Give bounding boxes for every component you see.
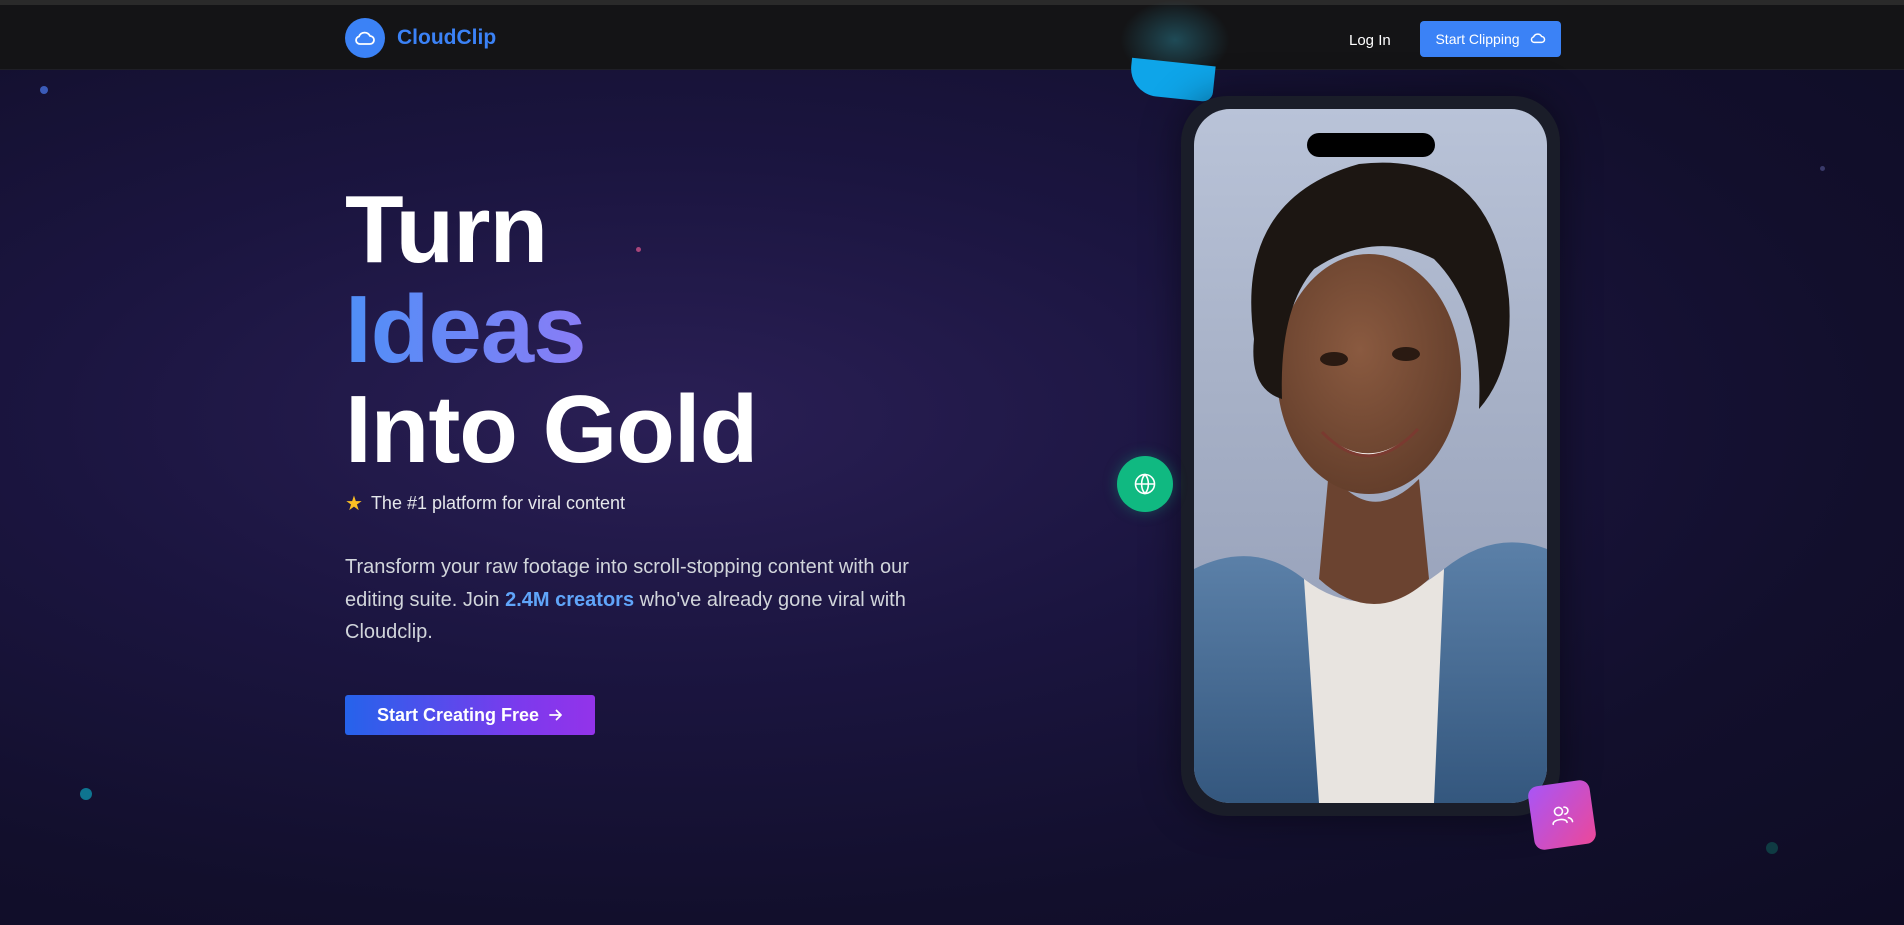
creator-photo bbox=[1194, 162, 1547, 803]
phone-notch bbox=[1307, 133, 1435, 157]
globe-icon bbox=[1117, 456, 1173, 512]
start-clipping-label: Start Clipping bbox=[1435, 31, 1520, 47]
phone-screen bbox=[1194, 109, 1547, 803]
start-creating-free-label: Start Creating Free bbox=[376, 704, 540, 725]
cloud-icon bbox=[1530, 31, 1546, 47]
hero-title-line: Turn bbox=[345, 176, 548, 283]
top-navbar: CloudClip Log In Start Clipping bbox=[0, 5, 1904, 70]
brand-name: CloudClip bbox=[397, 26, 497, 49]
hero-title-gradient-line: Ideas bbox=[345, 280, 757, 380]
login-link[interactable]: Log In bbox=[1349, 32, 1391, 49]
arrow-right-icon bbox=[549, 705, 563, 726]
creators-count-highlight: 2.4M creators bbox=[505, 588, 635, 611]
users-icon bbox=[1526, 778, 1598, 852]
hero-title-line: Into Gold bbox=[345, 376, 758, 483]
star-icon: ★ bbox=[345, 493, 363, 515]
decorative-dot bbox=[40, 86, 48, 94]
hero-tagline: ★ The #1 platform for viral content bbox=[345, 491, 625, 516]
brand-logo[interactable]: CloudClip bbox=[345, 18, 496, 58]
start-clipping-button[interactable]: Start Clipping bbox=[1420, 21, 1561, 57]
hero-title: Turn Ideas Into Gold bbox=[345, 176, 758, 483]
cloud-icon bbox=[345, 18, 385, 58]
hero-description: Transform your raw footage into scroll-s… bbox=[345, 551, 925, 649]
decorative-dot bbox=[80, 788, 92, 800]
decorative-dot bbox=[1820, 166, 1825, 171]
decorative-dot bbox=[1766, 842, 1778, 854]
start-creating-free-button[interactable]: Start Creating Free bbox=[345, 695, 595, 735]
decorative-shape bbox=[1128, 57, 1216, 103]
phone-mockup bbox=[1181, 96, 1560, 816]
tagline-text: The #1 platform for viral content bbox=[370, 493, 626, 513]
